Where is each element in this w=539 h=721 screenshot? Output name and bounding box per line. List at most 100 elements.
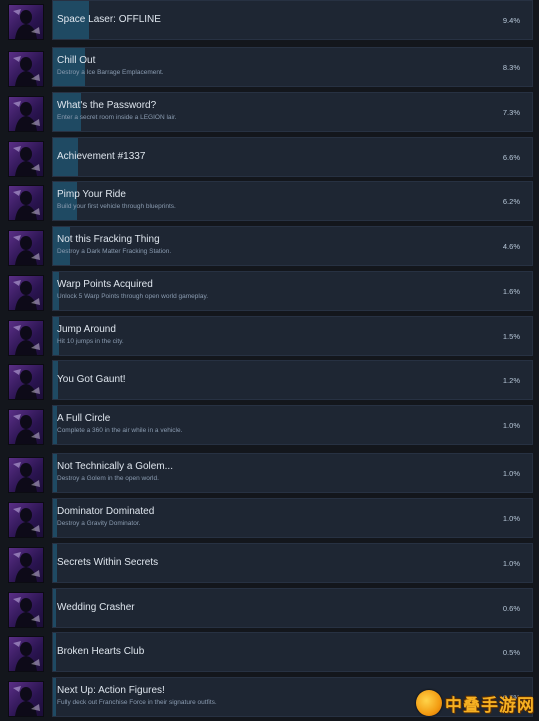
achievement-title: Next Up: Action Figures!: [57, 685, 165, 696]
achievement-percent: 6.2%: [502, 197, 520, 206]
progress-fill: [53, 678, 56, 716]
achievement-percent: 1.5%: [502, 332, 520, 341]
achievement-title: Space Laser: OFFLINE: [57, 14, 161, 25]
watermark: 中叠手游网: [416, 690, 535, 716]
achievement-description: Build your first vehicle through bluepri…: [57, 203, 176, 210]
broken-hearts-icon: [8, 636, 44, 672]
secrets-icon: [8, 547, 44, 583]
achievement-panel: Chill Out Destroy a Ice Barrage Emplaceme…: [52, 47, 533, 87]
achievement-row[interactable]: Dominator Dominated Destroy a Gravity Dom…: [0, 498, 539, 542]
progress-fill: [53, 272, 59, 310]
achievement-panel: Warp Points Acquired Unlock 5 Warp Points…: [52, 271, 533, 311]
achievement-list: Space Laser: OFFLINE 9.4% Chill Out Destroy…: [0, 0, 539, 719]
achievement-panel: Wedding Crasher 0.6%: [52, 588, 533, 628]
achievement-1337-icon: [8, 141, 44, 177]
achievement-title: What's the Password?: [57, 100, 157, 111]
achievement-panel: What's the Password? Enter a secret room …: [52, 92, 533, 132]
achievement-row[interactable]: A Full Circle Complete a 360 in the air w…: [0, 405, 539, 449]
achievement-percent: 0.5%: [502, 648, 520, 657]
password-icon: [8, 96, 44, 132]
progress-fill: [53, 499, 57, 537]
achievement-percent: 1.0%: [502, 469, 520, 478]
achievement-title: Secrets Within Secrets: [57, 557, 159, 568]
achievement-panel: A Full Circle Complete a 360 in the air w…: [52, 405, 533, 445]
achievement-row[interactable]: Wedding Crasher 0.6%: [0, 588, 539, 632]
achievement-description: Enter a secret room inside a LEGION lair…: [57, 114, 177, 121]
achievement-percent: 1.6%: [502, 287, 520, 296]
achievement-panel: Secrets Within Secrets 1.0%: [52, 543, 533, 583]
achievement-title: Not Technically a Golem...: [57, 461, 173, 472]
achievement-title: A Full Circle: [57, 413, 111, 424]
achievement-row[interactable]: What's the Password? Enter a secret room …: [0, 92, 539, 136]
achievement-description: Destroy a Golem in the open world.: [57, 475, 159, 482]
progress-fill: [53, 406, 57, 444]
achievement-row[interactable]: You Got Gaunt! 1.2%: [0, 360, 539, 404]
jump-around-icon: [8, 320, 44, 356]
achievement-percent: 1.2%: [502, 376, 520, 385]
wedding-crasher-icon: [8, 592, 44, 628]
chill-out-icon: [8, 51, 44, 87]
achievement-row[interactable]: Not this Fracking Thing Destroy a Dark Ma…: [0, 226, 539, 270]
achievement-title: You Got Gaunt!: [57, 374, 126, 385]
gaunt-icon: [8, 364, 44, 400]
achievement-title: Pimp Your Ride: [57, 189, 126, 200]
achievement-title: Achievement #1337: [57, 151, 146, 162]
progress-fill: [53, 454, 57, 492]
achievement-row[interactable]: Space Laser: OFFLINE 9.4%: [0, 0, 539, 44]
achievement-description: Hit 10 jumps in the city.: [57, 338, 124, 345]
achievement-row[interactable]: Achievement #1337 6.6%: [0, 137, 539, 181]
progress-fill: [53, 633, 56, 671]
achievement-panel: Not Technically a Golem... Destroy a Gole…: [52, 453, 533, 493]
achievement-description: Complete a 360 in the air while in a veh…: [57, 427, 183, 434]
progress-fill: [53, 93, 81, 131]
warp-points-icon: [8, 275, 44, 311]
watermark-text: 中叠手游网: [445, 695, 535, 715]
achievement-description: Destroy a Dark Matter Fracking Station.: [57, 248, 172, 255]
achievement-title: Warp Points Acquired: [57, 279, 153, 290]
achievement-percent: 7.3%: [502, 108, 520, 117]
achievement-row[interactable]: Warp Points Acquired Unlock 5 Warp Points…: [0, 271, 539, 315]
achievement-row[interactable]: Jump Around Hit 10 jumps in the city. 1.5%: [0, 316, 539, 360]
achievement-description: Destroy a Gravity Dominator.: [57, 520, 141, 527]
achievement-row[interactable]: Secrets Within Secrets 1.0%: [0, 543, 539, 587]
progress-fill: [53, 182, 77, 220]
achievement-title: Dominator Dominated: [57, 506, 155, 517]
achievement-percent: 1.0%: [502, 421, 520, 430]
achievement-percent: 1.0%: [502, 559, 520, 568]
pimp-your-ride-icon: [8, 185, 44, 221]
achievement-row[interactable]: Not Technically a Golem... Destroy a Gole…: [0, 453, 539, 497]
achievement-panel: Pimp Your Ride Build your first vehicle t…: [52, 181, 533, 221]
dominator-icon: [8, 502, 44, 538]
achievement-row[interactable]: Broken Hearts Club 0.5%: [0, 632, 539, 676]
golem-icon: [8, 457, 44, 493]
achievement-row[interactable]: Chill Out Destroy a Ice Barrage Emplaceme…: [0, 47, 539, 91]
achievement-panel: Achievement #1337 6.6%: [52, 137, 533, 177]
achievement-title: Chill Out: [57, 55, 96, 66]
achievement-percent: 6.6%: [502, 153, 520, 162]
achievement-panel: Jump Around Hit 10 jumps in the city. 1.5%: [52, 316, 533, 356]
full-circle-icon: [8, 409, 44, 445]
achievement-title: Broken Hearts Club: [57, 646, 145, 657]
watermark-logo-icon: [416, 690, 442, 716]
progress-fill: [53, 227, 70, 265]
achievement-percent: 0.6%: [502, 604, 520, 613]
achievement-description: Destroy a Ice Barrage Emplacement.: [57, 69, 164, 76]
fracking-icon: [8, 230, 44, 266]
achievement-panel: You Got Gaunt! 1.2%: [52, 360, 533, 400]
action-figures-icon: [8, 681, 44, 717]
space-laser-icon: [8, 4, 44, 40]
progress-fill: [53, 317, 59, 355]
achievement-row[interactable]: Pimp Your Ride Build your first vehicle t…: [0, 181, 539, 225]
achievement-title: Jump Around: [57, 324, 116, 335]
progress-fill: [53, 48, 85, 86]
achievement-title: Not this Fracking Thing: [57, 234, 160, 245]
achievement-panel: Dominator Dominated Destroy a Gravity Dom…: [52, 498, 533, 538]
progress-fill: [53, 589, 56, 627]
achievement-percent: 8.3%: [502, 63, 520, 72]
achievement-description: Fully deck out Franchise Force in their …: [57, 699, 217, 706]
achievement-panel: Not this Fracking Thing Destroy a Dark Ma…: [52, 226, 533, 266]
achievement-percent: 4.6%: [502, 242, 520, 251]
achievement-panel: Broken Hearts Club 0.5%: [52, 632, 533, 672]
achievement-description: Unlock 5 Warp Points through open world …: [57, 293, 209, 300]
achievement-title: Wedding Crasher: [57, 602, 135, 613]
